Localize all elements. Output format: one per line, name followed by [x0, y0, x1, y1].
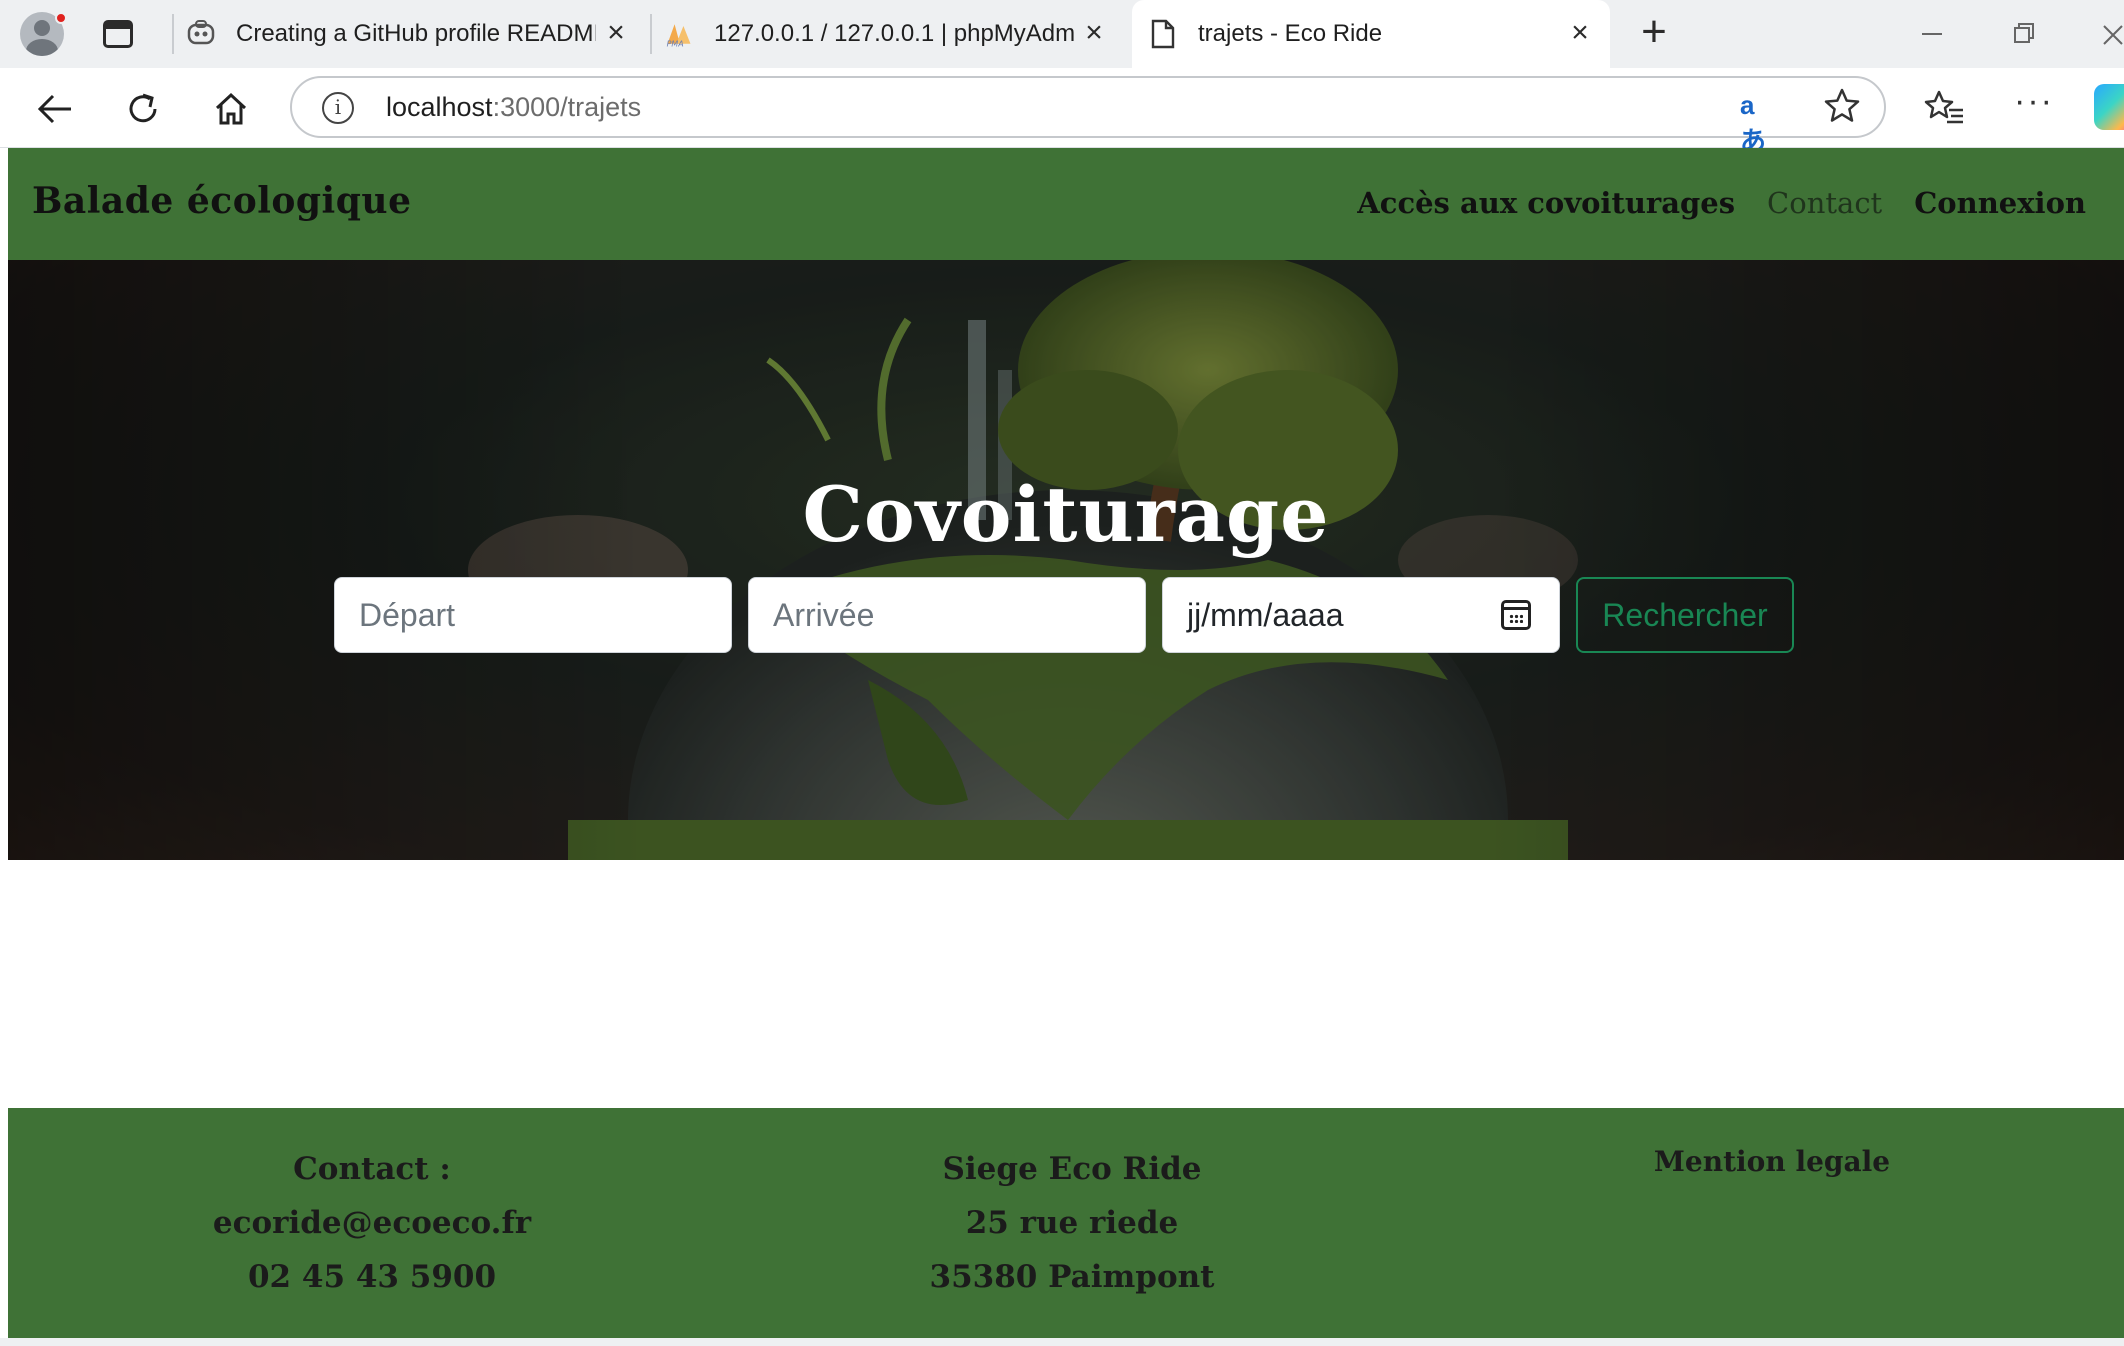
notification-dot — [55, 12, 67, 24]
close-tab-icon[interactable]: × — [602, 18, 630, 48]
tab-title: trajets - Eco Ride — [1198, 20, 1383, 47]
page-icon — [1148, 19, 1178, 49]
url-path: :3000/trajets — [492, 92, 642, 122]
restore-icon[interactable] — [2004, 14, 2044, 54]
footer-legal: Mention legale — [1528, 1142, 2016, 1182]
copilot-icon — [186, 19, 216, 49]
nav-link-connexion[interactable]: Connexion — [1914, 186, 2086, 220]
ride-search-form: Départ Arrivée jj/mm/aaaa Rechercher — [334, 577, 1794, 653]
hero-title: Covoiturage — [802, 470, 1330, 559]
back-arrow-icon[interactable] — [32, 86, 78, 132]
calendar-icon[interactable] — [1501, 600, 1531, 630]
hero-earth-illustration — [8, 260, 2124, 860]
footer-contact-phone: 02 45 43 5900 — [247, 1259, 497, 1295]
more-options-icon[interactable]: ··· — [2012, 84, 2056, 130]
close-tab-icon[interactable]: × — [1566, 18, 1594, 48]
tab-title: 127.0.0.1 / 127.0.0.1 | phpMyAdm — [714, 20, 1074, 47]
site-header: Balade écologique Accès aux covoiturages… — [8, 148, 2124, 260]
site-footer: Contact : ecoride@ecoeco.fr 02 45 43 590… — [8, 1108, 2124, 1338]
footer-contact: Contact : ecoride@ecoeco.fr 02 45 43 590… — [128, 1142, 616, 1304]
home-icon[interactable] — [208, 86, 254, 132]
tab-separator — [650, 14, 652, 54]
close-tab-icon[interactable]: × — [1080, 18, 1108, 48]
favorites-icon[interactable] — [1923, 86, 1967, 130]
tab-phpmyadmin[interactable]: PMA 127.0.0.1 / 127.0.0.1 | phpMyAdm × — [664, 0, 1124, 68]
nav-link-contact[interactable]: Contact — [1767, 186, 1882, 220]
arrival-input[interactable]: Arrivée — [748, 577, 1146, 653]
svg-text:PMA: PMA — [667, 39, 684, 48]
url-text[interactable]: localhost:3000/trajets — [386, 92, 641, 123]
favorite-star-icon[interactable] — [1822, 86, 1862, 126]
reload-icon[interactable] — [120, 86, 166, 132]
phpmyadmin-icon: PMA — [664, 19, 694, 49]
copilot-sidebar-icon[interactable] — [2094, 84, 2124, 130]
date-placeholder: jj/mm/aaaa — [1187, 596, 1344, 633]
footer-headquarters: Siege Eco Ride 25 rue riede 35380 Paimpo… — [828, 1142, 1316, 1304]
minimize-icon[interactable] — [1912, 14, 1952, 54]
footer-hq-street: 25 rue riede — [965, 1205, 1179, 1241]
tab-title: Creating a GitHub profile READMI — [236, 20, 596, 47]
footer-contact-email[interactable]: ecoride@ecoeco.fr — [128, 1196, 616, 1250]
tab-github-readme[interactable]: Creating a GitHub profile READMI × — [186, 0, 646, 68]
footer-hq-title: Siege Eco Ride — [942, 1151, 1202, 1187]
date-input[interactable]: jj/mm/aaaa — [1162, 577, 1560, 653]
nav-link-covoiturages[interactable]: Accès aux covoiturages — [1357, 186, 1735, 220]
hero-banner: Covoiturage Départ Arrivée jj/mm/aaaa Re… — [8, 260, 2124, 860]
browser-tab-bar: Creating a GitHub profile READMI × PMA 1… — [0, 0, 2124, 68]
browser-toolbar: i localhost:3000/trajets aあ — [0, 68, 2124, 156]
address-bar[interactable]: i localhost:3000/trajets aあ — [290, 76, 1886, 156]
footer-legal-link[interactable]: Mention legale — [1528, 1142, 2016, 1182]
close-window-icon[interactable] — [2092, 14, 2124, 54]
site-info-icon[interactable]: i — [322, 92, 354, 124]
footer-hq-city: 35380 Paimpont — [929, 1259, 1215, 1295]
tab-actions-icon[interactable] — [103, 20, 133, 48]
window-bottom-edge — [0, 1338, 2124, 1346]
search-button[interactable]: Rechercher — [1576, 577, 1794, 653]
translate-icon[interactable]: aあ — [1740, 90, 1780, 156]
tab-trajets-eco-ride[interactable]: trajets - Eco Ride × — [1132, 0, 1610, 68]
departure-input[interactable]: Départ — [334, 577, 732, 653]
page-content: Balade écologique Accès aux covoiturages… — [8, 148, 2124, 1338]
tab-separator — [172, 14, 174, 54]
site-nav: Accès aux covoiturages Contact Connexion — [1357, 186, 2086, 220]
new-tab-icon[interactable]: + — [1634, 10, 1674, 54]
footer-contact-title: Contact : — [293, 1151, 451, 1187]
url-host: localhost — [386, 92, 493, 122]
site-brand[interactable]: Balade écologique — [32, 180, 412, 222]
